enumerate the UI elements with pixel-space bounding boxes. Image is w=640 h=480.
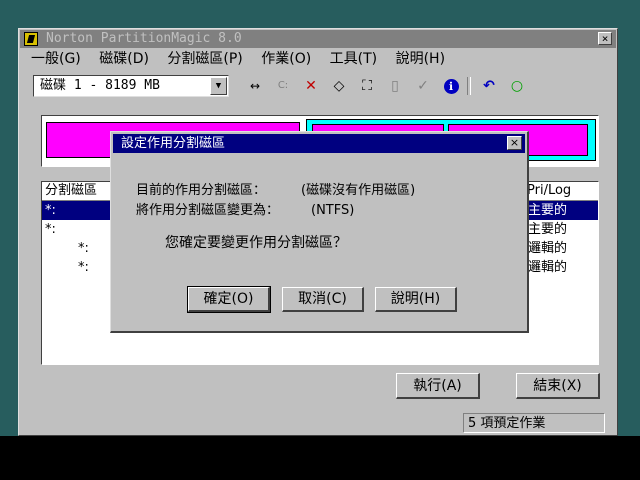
menu-operations[interactable]: 作業(O) <box>261 49 311 69</box>
row-name: *: <box>78 241 89 256</box>
exit-button[interactable]: 結束(X) <box>516 373 600 399</box>
row-name: *: <box>45 203 56 218</box>
screen-bottom-strip <box>0 436 640 480</box>
check-icon[interactable]: ✓ <box>413 76 433 96</box>
menu-general[interactable]: 一般(G) <box>31 49 81 69</box>
menu-bar: 一般(G) 磁碟(D) 分割磁區(P) 作業(O) 工具(T) 說明(H) <box>21 49 449 69</box>
execute-button[interactable]: 執行(A) <box>396 373 480 399</box>
change-active-value: (NTFS) <box>311 203 355 218</box>
menu-disk[interactable]: 磁碟(D) <box>99 49 149 69</box>
row-type: 邏輯的 <box>528 241 568 256</box>
copy-c-icon[interactable]: C: <box>273 76 293 96</box>
app-icon <box>24 32 38 46</box>
delete-icon[interactable]: ✕ <box>301 76 321 96</box>
column-header-prilog[interactable]: Pri/Log <box>524 182 598 200</box>
dialog-title-bar: 設定作用分割磁區 × <box>113 134 525 153</box>
menu-tools[interactable]: 工具(T) <box>330 49 377 69</box>
confirm-question: 您確定要變更作用分割磁區？ <box>165 235 347 251</box>
label-icon[interactable]: ◇ <box>329 76 349 96</box>
toolbar-separator <box>467 77 471 95</box>
row-type: 主要的 <box>528 222 568 237</box>
undo-icon[interactable]: ↶ <box>479 76 499 96</box>
help-button[interactable]: 說明(H) <box>375 287 457 312</box>
chevron-down-icon[interactable]: ▼ <box>210 77 227 95</box>
ok-button[interactable]: 確定(O) <box>187 286 271 313</box>
menu-partition[interactable]: 分割磁區(P) <box>167 49 242 69</box>
page-icon[interactable]: ▯ <box>385 76 405 96</box>
row-type: 主要的 <box>528 203 568 218</box>
info-glyph: ℹ <box>443 79 459 94</box>
row-name: *: <box>78 260 89 275</box>
change-active-label: 將作用分割磁區變更為： <box>136 203 280 218</box>
info-icon[interactable]: ℹ <box>441 76 461 96</box>
pending-operations-status: 5 項預定作業 <box>463 413 605 433</box>
row-type: 邏輯的 <box>528 260 568 275</box>
dialog-title: 設定作用分割磁區 <box>121 136 226 151</box>
current-active-value: (磁碟沒有作用磁區) <box>301 183 416 198</box>
resize-icon[interactable]: ↔ <box>245 76 265 96</box>
row-name: *: <box>45 222 56 237</box>
menu-help[interactable]: 說明(H) <box>396 49 445 69</box>
apply-icon[interactable]: ○ <box>507 76 527 96</box>
dialog-close-button[interactable]: × <box>507 136 522 150</box>
disk-select[interactable]: 磁碟 1 - 8189 MB ▼ <box>33 75 229 97</box>
cancel-button[interactable]: 取消(C) <box>282 287 364 312</box>
close-window-button[interactable]: × <box>598 32 612 45</box>
disk-select-value: 磁碟 1 - 8189 MB <box>40 78 160 93</box>
current-active-label: 目前的作用分割磁區： <box>136 183 267 198</box>
fullscreen-icon[interactable]: ⛶ <box>357 76 377 96</box>
toolbar: 磁碟 1 - 8189 MB ▼ ↔ C: ✕ ◇ ⛶ ▯ ✓ ℹ ↶ ○ <box>33 75 613 97</box>
title-bar: Norton PartitionMagic 8.0 × <box>20 30 616 48</box>
set-active-partition-dialog: 設定作用分割磁區 × 目前的作用分割磁區： (磁碟沒有作用磁區) 將作用分割磁區… <box>110 131 529 333</box>
window-title: Norton PartitionMagic 8.0 <box>46 31 242 46</box>
